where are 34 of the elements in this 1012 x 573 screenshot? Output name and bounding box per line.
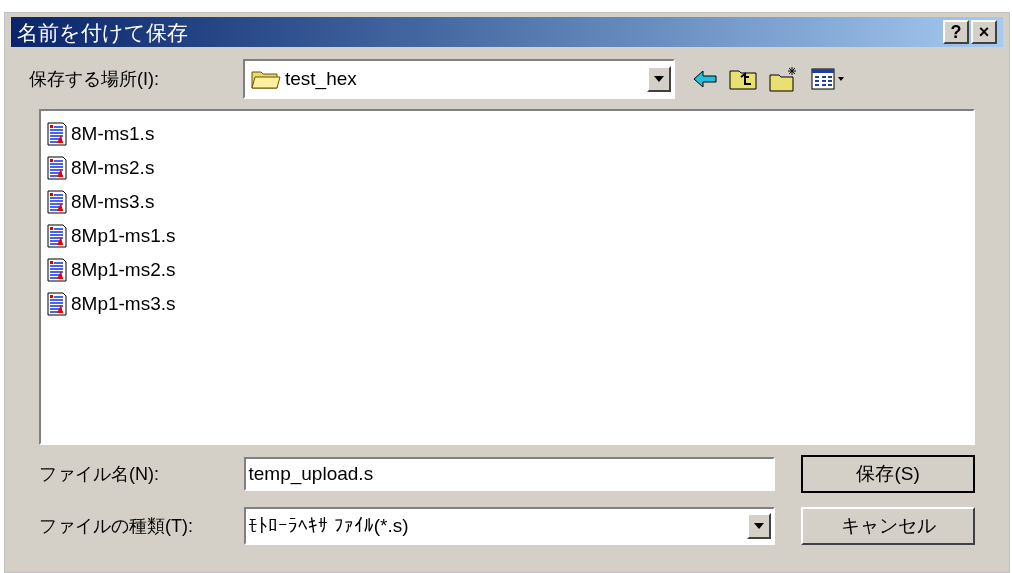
dropdown-button[interactable] — [747, 513, 772, 539]
close-button[interactable]: × — [971, 20, 997, 44]
folder-up-icon[interactable] — [729, 68, 757, 90]
new-folder-icon[interactable] — [769, 66, 799, 92]
dropdown-value: test_hex — [285, 66, 358, 92]
caret-icon — [754, 523, 765, 529]
help-button[interactable]: ? — [943, 20, 969, 44]
folder-icon — [251, 69, 281, 89]
cancel-button[interactable]: キャンセル — [801, 507, 975, 545]
field-label: ファイルの種類(T): — [39, 514, 194, 538]
file-item[interactable]: 8Mp1-ms3.s — [47, 287, 973, 321]
window-title: 名前を付けて保存 — [17, 21, 189, 43]
file-item[interactable]: 8Mp1-ms2.s — [47, 253, 973, 287]
dropdown-button[interactable] — [647, 66, 671, 92]
file-icon — [47, 156, 67, 180]
field-label: ファイル名(N): — [39, 462, 160, 486]
dropdown-value: ﾓﾄﾛｰﾗﾍｷｻ ﾌｧｲﾙ(*.s) — [248, 513, 410, 538]
file-item[interactable]: 8M-ms3.s — [47, 185, 973, 219]
view-menu-icon[interactable] — [811, 68, 845, 90]
file-icon — [47, 122, 67, 146]
back-arrow-icon[interactable] — [693, 70, 717, 88]
location-dropdown[interactable]: test_hex — [243, 59, 675, 99]
file-icon — [47, 224, 67, 248]
file-icon — [47, 258, 67, 282]
caret-icon — [654, 76, 664, 82]
field-label: 保存する場所(I): — [29, 67, 160, 91]
file-item[interactable]: 8Mp1-ms1.s — [47, 219, 973, 253]
file-icon — [47, 292, 67, 316]
filename-field[interactable]: temp_upload.s — [244, 457, 776, 491]
file-item[interactable]: 8M-ms2.s — [47, 151, 973, 185]
file-item[interactable]: 8M-ms1.s — [47, 117, 973, 151]
filetype-dropdown[interactable]: ﾓﾄﾛｰﾗﾍｷｻ ﾌｧｲﾙ(*.s) — [244, 507, 776, 545]
file-icon — [47, 190, 67, 214]
save-button[interactable]: 保存(S) — [801, 455, 975, 493]
